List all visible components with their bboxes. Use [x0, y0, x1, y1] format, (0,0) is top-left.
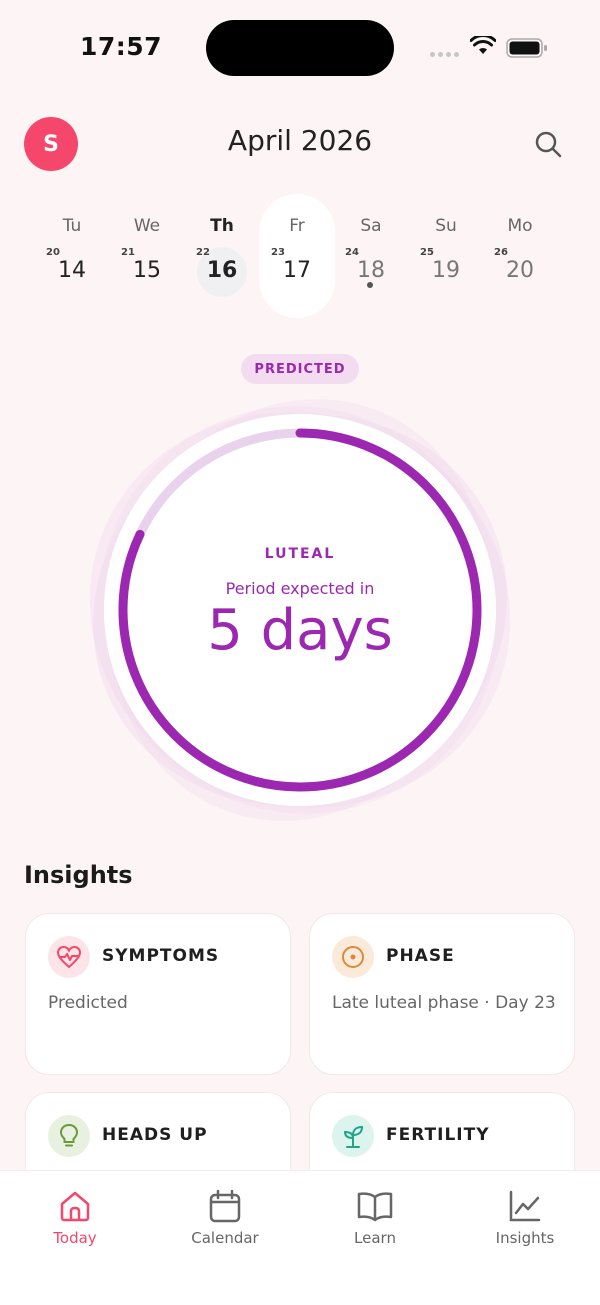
day-sunday[interactable]: Su 25 19 — [408, 194, 484, 318]
predicted-badge: PREDICTED — [241, 354, 359, 384]
day-cycle-number: 20 — [46, 247, 60, 258]
card-title: PHASE — [386, 946, 455, 966]
period-expected-label: Period expected in — [225, 579, 375, 598]
day-name: Th — [210, 216, 234, 236]
week-strip: Tu 20 14 We 21 15 Th 22 16 Fr 23 17 Sa 2… — [0, 194, 600, 320]
status-bar: 17:57 — [0, 0, 600, 96]
day-number: 16 — [206, 258, 238, 283]
lightbulb-icon — [48, 1115, 90, 1157]
cycle-ring[interactable]: LUTEAL Period expected in 5 days — [80, 390, 520, 830]
nav-label: Insights — [495, 1229, 555, 1247]
card-body: Late luteal phase · Day 23 — [332, 993, 556, 1013]
event-dot — [367, 282, 373, 288]
insight-card-phase[interactable]: PHASE Late luteal phase · Day 23 — [309, 913, 575, 1075]
day-name: We — [133, 216, 161, 236]
nav-tab-today[interactable]: Today — [0, 1189, 150, 1247]
bottom-navigation: Today Calendar Learn Insights — [0, 1170, 600, 1305]
day-friday-selected[interactable]: Fr 23 17 — [259, 194, 335, 318]
cycle-center: LUTEAL Period expected in 5 days — [80, 390, 520, 830]
nav-tab-learn[interactable]: Learn — [300, 1189, 450, 1247]
day-name: Fr — [289, 216, 305, 236]
day-cycle-number: 26 — [494, 247, 508, 258]
day-tuesday[interactable]: Tu 20 14 — [34, 194, 110, 318]
insight-card-symptoms[interactable]: SYMPTOMS Predicted — [25, 913, 291, 1075]
insights-heading: Insights — [24, 861, 133, 889]
nav-tab-insights[interactable]: Insights — [450, 1189, 600, 1247]
day-number: 18 — [357, 258, 385, 283]
dynamic-island — [206, 20, 394, 76]
card-body: Predicted — [48, 993, 128, 1013]
battery-icon — [506, 38, 547, 58]
wifi-icon — [470, 36, 496, 54]
sprout-icon — [332, 1115, 374, 1157]
nav-tab-calendar[interactable]: Calendar — [150, 1189, 300, 1247]
search-icon[interactable] — [534, 130, 562, 158]
nav-label: Calendar — [191, 1229, 259, 1247]
days-until-period: 5 days — [207, 598, 393, 663]
phase-circle-icon — [332, 936, 374, 978]
calendar-icon — [209, 1189, 241, 1223]
day-name: Sa — [360, 216, 382, 236]
status-time: 17:57 — [80, 32, 163, 61]
day-name: Mo — [507, 216, 533, 236]
day-cycle-number: 24 — [345, 247, 359, 258]
day-number: 20 — [506, 258, 534, 283]
day-name: Tu — [62, 216, 82, 236]
day-cycle-number: 22 — [196, 247, 210, 258]
card-title: FERTILITY — [386, 1125, 490, 1145]
home-icon — [60, 1191, 90, 1222]
day-cycle-number: 25 — [420, 247, 434, 258]
day-thursday-today[interactable]: Th 22 16 — [184, 194, 260, 318]
card-title: SYMPTOMS — [102, 946, 220, 966]
month-title: April 2026 — [227, 124, 373, 157]
day-saturday[interactable]: Sa 24 18 — [333, 194, 409, 318]
book-icon — [357, 1192, 393, 1222]
card-title: HEADS UP — [102, 1125, 208, 1145]
day-cycle-number: 23 — [271, 247, 285, 258]
phase-label: LUTEAL — [264, 546, 336, 562]
day-number: 17 — [283, 258, 311, 283]
nav-label: Learn — [354, 1229, 396, 1247]
day-cycle-number: 21 — [121, 247, 135, 258]
cellular-signal-icon — [430, 52, 459, 57]
day-wednesday[interactable]: We 21 15 — [109, 194, 185, 318]
nav-label: Today — [53, 1229, 97, 1247]
heart-pulse-icon — [48, 936, 90, 978]
day-number: 15 — [133, 258, 161, 283]
chart-icon — [509, 1190, 541, 1222]
day-number: 19 — [432, 258, 460, 283]
day-name: Su — [435, 216, 457, 236]
day-monday[interactable]: Mo 26 20 — [482, 194, 558, 318]
day-number: 14 — [58, 258, 86, 283]
